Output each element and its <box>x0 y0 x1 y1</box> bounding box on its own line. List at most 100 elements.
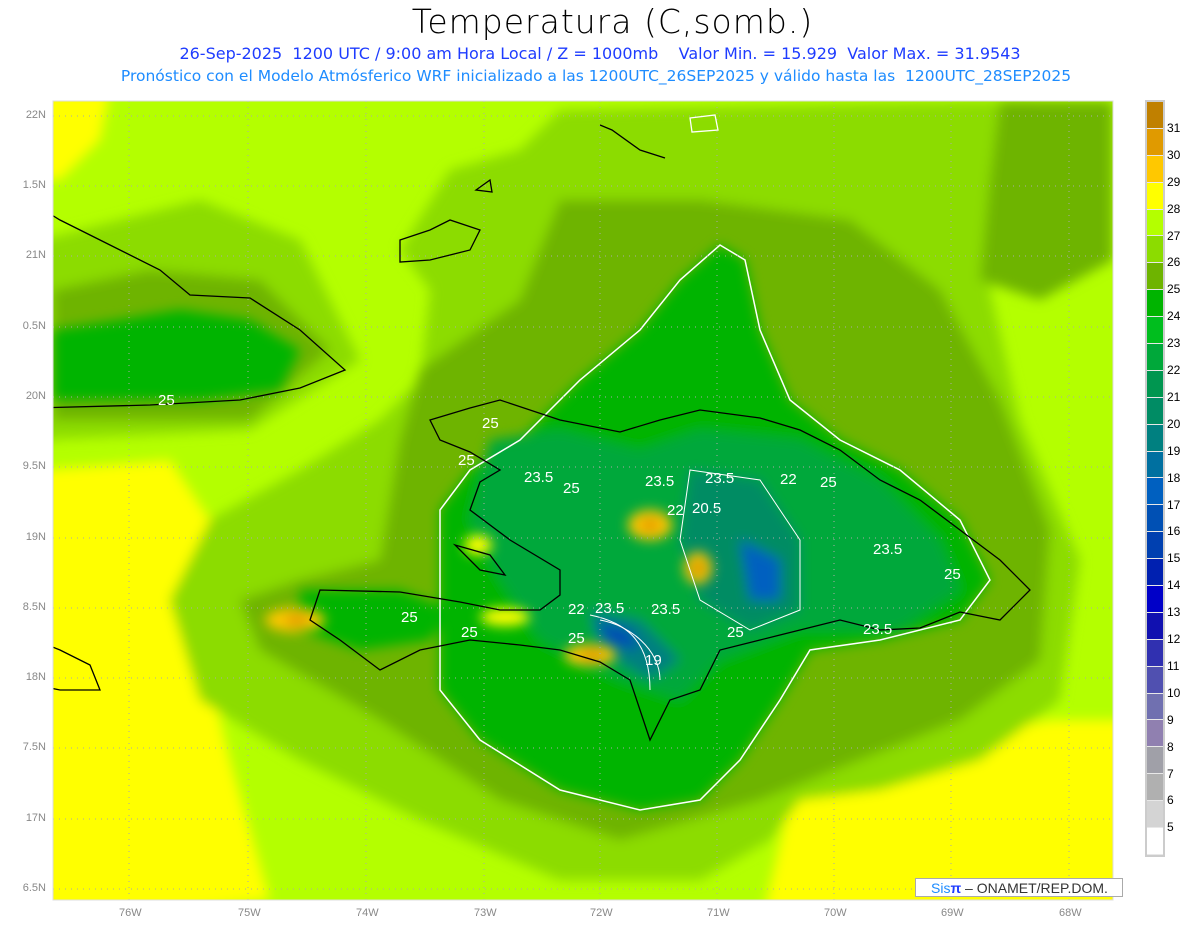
colorbar-label: 26 <box>1167 255 1181 270</box>
temperature-map: 25 25 25 23.5 25 23.5 23.5 22 25 22 20.5 23.5 25 25 25… <box>52 100 1114 901</box>
contour-label: 23.5 <box>645 473 674 490</box>
colorbar-label: 24 <box>1167 309 1181 324</box>
colorbar-label: 8 <box>1167 739 1174 754</box>
y-axis-label: 19N <box>25 531 46 543</box>
colorbar-swatch <box>1147 209 1163 237</box>
colorbar-label: 12 <box>1167 632 1181 646</box>
colorbar-label: 10 <box>1167 685 1181 700</box>
x-axis-label: 71W <box>707 907 730 919</box>
contour-label: 25 <box>458 452 475 469</box>
colorbar-swatch <box>1147 666 1163 694</box>
contour-label: 25 <box>568 630 585 647</box>
contour-label: 19 <box>645 652 662 669</box>
colorbar-label: 23 <box>1167 336 1181 351</box>
colorbar-swatch <box>1147 451 1163 479</box>
contour-label: 22 <box>568 601 585 618</box>
credit-org: – ONAMET/REP.DOM. <box>961 880 1108 896</box>
contour-label: 25 <box>401 609 418 626</box>
colorbar-swatch <box>1147 424 1163 452</box>
contour-label: 23.5 <box>873 541 902 558</box>
colorbar-swatch <box>1147 774 1163 802</box>
colorbar-label: 13 <box>1167 605 1181 620</box>
colorbar-label: 15 <box>1167 551 1181 566</box>
colorbar-swatch <box>1147 155 1163 183</box>
colorbar-swatch <box>1147 478 1163 506</box>
colorbar-label: 11 <box>1167 658 1180 673</box>
colorbar-swatch <box>1147 612 1163 640</box>
colorbar-swatch <box>1147 370 1163 398</box>
colorbar-label: 5 <box>1167 820 1174 835</box>
contour-label: 23.5 <box>524 469 553 486</box>
y-axis-label: 21N <box>25 249 46 261</box>
colorbar-swatch <box>1147 586 1163 613</box>
y-axis-label: 9.5N <box>22 460 46 472</box>
colorbar-label: 31 <box>1167 120 1181 135</box>
colorbar-label: 27 <box>1167 228 1181 243</box>
colorbar-swatch <box>1147 128 1163 156</box>
contour-label: 25 <box>820 474 837 491</box>
colorbar-swatch <box>1147 801 1163 829</box>
contour-label: 25 <box>482 415 499 432</box>
colorbar-swatch <box>1147 639 1163 667</box>
y-axis-label: 1.5N <box>22 179 46 191</box>
x-axis-label: 75W <box>238 907 261 919</box>
colorbar-label: 29 <box>1167 174 1181 189</box>
contour-label: 22 <box>780 471 797 488</box>
x-axis-label: 70W <box>824 907 847 919</box>
colorbar-swatch <box>1147 505 1163 533</box>
colorbar-label: 28 <box>1167 201 1181 216</box>
colorbar-label: 16 <box>1167 524 1181 539</box>
contour-label: 23.5 <box>595 600 624 617</box>
colorbar-label: 7 <box>1167 766 1174 781</box>
credit-box: Sisπ – ONAMET/REP.DOM. <box>915 878 1123 897</box>
colorbar-swatch <box>1147 290 1163 318</box>
colorbar-swatch <box>1147 559 1163 587</box>
credit-pi-logo: π <box>950 880 962 896</box>
colorbar-swatch <box>1147 720 1163 748</box>
colorbar-label: 25 <box>1167 282 1181 297</box>
colorbar-swatch <box>1147 102 1163 129</box>
x-axis-label: 69W <box>941 907 964 919</box>
colorbar-swatch <box>1147 263 1163 291</box>
colorbar-label: 9 <box>1167 712 1174 727</box>
y-axis-label: 18N <box>25 671 46 683</box>
contour-label: 25 <box>563 480 580 497</box>
colorbar-swatch <box>1147 397 1163 425</box>
y-axis-label: 22N <box>25 109 46 121</box>
y-axis-label: 7.5N <box>22 741 46 753</box>
y-axis-label: 20N <box>25 390 46 402</box>
contour-label: 23.5 <box>651 601 680 618</box>
contour-label: 25 <box>727 624 744 641</box>
contour-label: 25 <box>461 624 478 641</box>
colorbar-swatch <box>1147 532 1163 560</box>
colorbar-swatch <box>1147 828 1163 855</box>
contour-label: 22 <box>667 502 684 519</box>
colorbar-label: 19 <box>1167 443 1181 458</box>
colorbar-swatch <box>1147 747 1163 775</box>
x-axis-label: 74W <box>356 907 379 919</box>
colorbar <box>1145 100 1165 857</box>
colorbar-label: 21 <box>1167 389 1181 404</box>
credit-sis: Sis <box>931 880 951 896</box>
contour-label: 25 <box>944 566 961 583</box>
y-axis-label: 8.5N <box>22 601 46 613</box>
colorbar-label: 6 <box>1167 793 1174 808</box>
colorbar-swatch <box>1147 344 1163 371</box>
temperature-field: 25 25 25 23.5 25 23.5 23.5 22 25 22 20.5 23.5 25 25 25… <box>53 101 1113 900</box>
x-axis-label: 68W <box>1059 907 1082 919</box>
y-axis-label: 17N <box>25 812 46 824</box>
colorbar-label: 17 <box>1167 497 1181 512</box>
x-axis-label: 73W <box>474 907 497 919</box>
contour-label: 20.5 <box>692 500 721 517</box>
colorbar-swatch <box>1147 236 1163 264</box>
colorbar-swatch <box>1147 317 1163 345</box>
colorbar-label: 22 <box>1167 363 1181 377</box>
colorbar-label: 18 <box>1167 470 1181 485</box>
colorbar-swatch <box>1147 182 1163 210</box>
x-axis-label: 72W <box>590 907 613 919</box>
contour-label: 25 <box>158 392 175 409</box>
colorbar-label: 20 <box>1167 416 1181 431</box>
colorbar-swatch <box>1147 693 1163 721</box>
y-axis-label: 6.5N <box>22 882 46 894</box>
colorbar-label: 30 <box>1167 147 1181 162</box>
